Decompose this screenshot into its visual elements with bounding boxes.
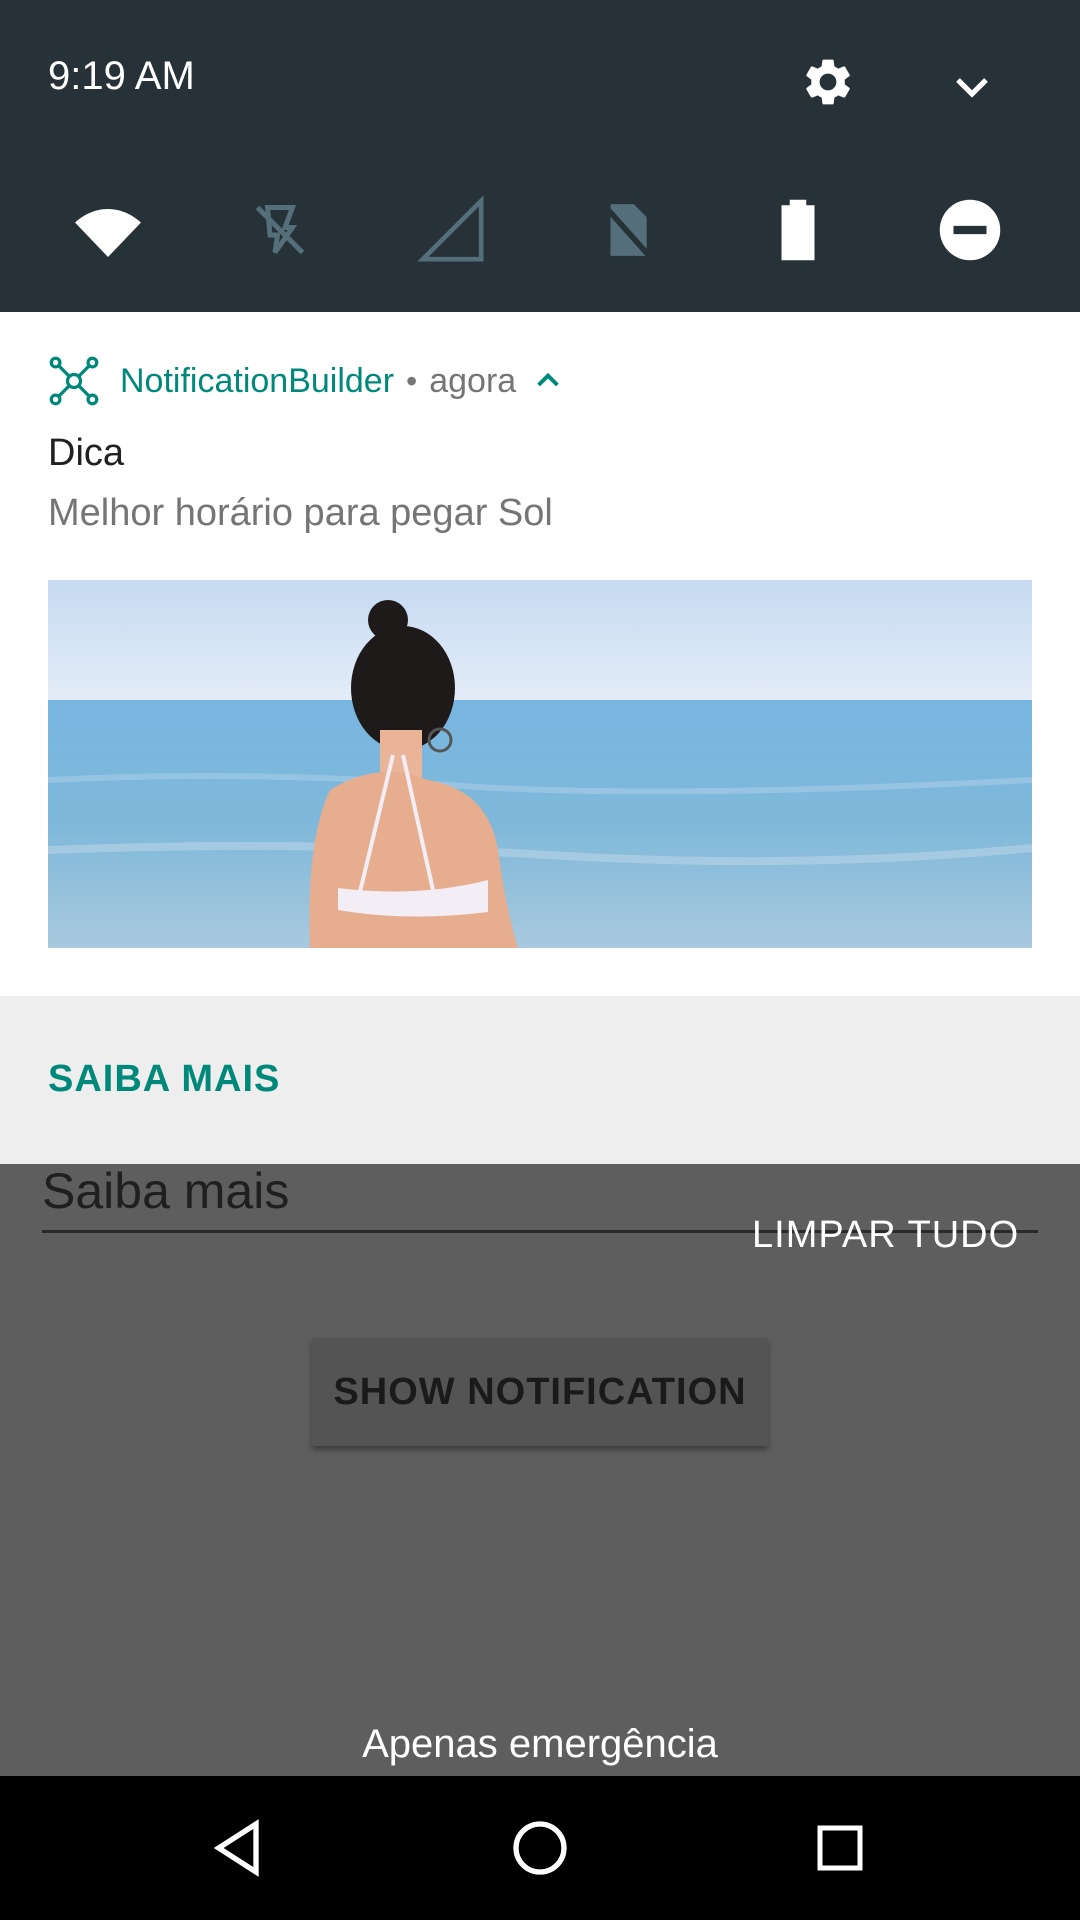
- home-icon[interactable]: [500, 1808, 580, 1888]
- chevron-up-icon[interactable]: [532, 365, 564, 397]
- emergency-only-label: Apenas emergência: [362, 1722, 718, 1766]
- notification-text: Melhor horário para pegar Sol: [48, 492, 553, 534]
- navigation-bar: [0, 1776, 1080, 1920]
- show-notification-button[interactable]: SHOW NOTIFICATION: [312, 1338, 768, 1446]
- clear-all-button[interactable]: LIMPAR TUDO: [752, 1214, 1019, 1257]
- app-name: NotificationBuilder: [120, 361, 395, 400]
- settings-gear-icon[interactable]: [800, 54, 856, 110]
- collapse-chevron-icon[interactable]: [948, 62, 996, 110]
- wifi-icon[interactable]: [68, 190, 148, 270]
- header-separator: •: [406, 362, 418, 399]
- back-icon[interactable]: [200, 1808, 280, 1888]
- no-sim-icon[interactable]: [586, 190, 666, 270]
- quick-settings-panel: 9:19 AM: [0, 0, 1080, 312]
- notification-time: agora: [429, 361, 517, 400]
- status-time: 9:19 AM: [48, 54, 195, 98]
- quick-settings-tiles: [0, 190, 1080, 270]
- do-not-disturb-icon[interactable]: [930, 190, 1010, 270]
- app-network-icon: [48, 355, 100, 407]
- notification-big-picture: [48, 580, 1032, 948]
- cell-signal-icon[interactable]: [412, 190, 492, 270]
- notification-actions: SAIBA MAIS: [0, 996, 1080, 1164]
- notification-card[interactable]: NotificationBuilder • agora Dica Melhor …: [0, 312, 1080, 996]
- notification-title: Dica: [48, 432, 125, 474]
- notification-header: NotificationBuilder • agora: [48, 356, 564, 406]
- battery-icon[interactable]: [758, 190, 838, 270]
- flashlight-off-icon[interactable]: [240, 190, 320, 270]
- app-text-input[interactable]: Saiba mais: [42, 1162, 289, 1220]
- saiba-mais-action-button[interactable]: SAIBA MAIS: [48, 1058, 280, 1101]
- recents-icon[interactable]: [800, 1808, 880, 1888]
